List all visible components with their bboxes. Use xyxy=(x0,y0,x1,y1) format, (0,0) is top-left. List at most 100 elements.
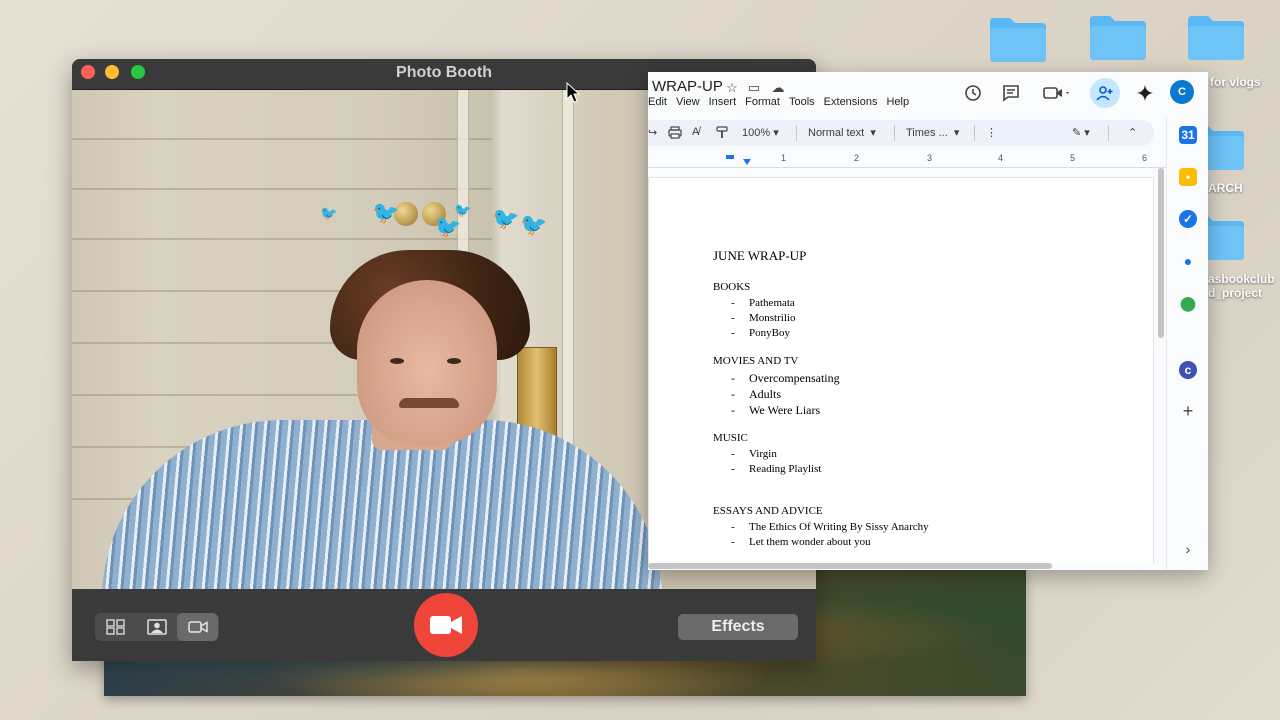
grid-icon xyxy=(105,619,125,635)
keep-icon[interactable]: • xyxy=(1179,168,1197,186)
zoom-select[interactable]: 100% ▾ xyxy=(742,126,779,139)
section-title: MOVIES AND TV xyxy=(713,355,799,367)
desktop-folder-icon[interactable] xyxy=(1088,12,1148,62)
doc-canvas: JUNE WRAP-UP BOOKS Pathemata Monstrilio … xyxy=(648,169,1166,564)
doc-toolbar: ↪ A̸ 100% ▾ Normal text ▾ Times ... ▾ ⋮ … xyxy=(648,120,1154,146)
video-camera-icon xyxy=(430,616,462,634)
desktop-folder-label[interactable]: for vlogs xyxy=(1210,75,1261,89)
menu-view[interactable]: View xyxy=(676,96,706,108)
list-item: Overcompensating xyxy=(713,370,929,386)
doc-title[interactable]: WRAP-UP xyxy=(652,78,723,95)
list-item: Let them wonder about you xyxy=(713,535,929,550)
section-title: ESSAYS AND ADVICE xyxy=(713,505,823,517)
section-title: MUSIC xyxy=(713,432,748,444)
portrait-icon xyxy=(146,619,167,635)
list-item: PonyBoy xyxy=(713,326,929,341)
chevron-right-icon[interactable]: › xyxy=(1179,540,1197,558)
effects-button[interactable]: Effects xyxy=(678,614,798,640)
menu-insert[interactable]: Insert xyxy=(709,96,743,108)
style-value: Normal text xyxy=(808,127,865,139)
bird-effect-icon: 🐦 xyxy=(520,212,548,237)
cloud-status-icon[interactable]: ☁ xyxy=(770,80,786,96)
desktop-folder-label[interactable]: ARCH xyxy=(1208,181,1243,195)
share-button[interactable] xyxy=(1090,78,1120,108)
toolbar-divider xyxy=(894,125,895,141)
list-item: Pathemata xyxy=(713,296,929,311)
avatar[interactable]: C xyxy=(1170,80,1194,104)
ruler-number: 2 xyxy=(854,153,860,163)
calendar-icon[interactable]: 31 xyxy=(1179,126,1197,144)
photo-booth-controls: Effects xyxy=(72,589,816,661)
section-title: BOOKS xyxy=(713,281,751,293)
redo-icon[interactable]: ↪ xyxy=(648,126,657,139)
video-mode-button[interactable] xyxy=(177,613,218,641)
side-panel: 31 • ✓ ● ⬤ c + › xyxy=(1166,116,1208,570)
view-mode-switcher xyxy=(95,613,219,641)
spellcheck-icon[interactable]: A̸ xyxy=(692,126,699,138)
desktop-folder-icon[interactable] xyxy=(988,14,1048,64)
list-item: Virgin xyxy=(713,447,929,462)
tasks-icon[interactable]: ✓ xyxy=(1179,210,1197,228)
menu-help[interactable]: Help xyxy=(886,96,915,108)
bird-effect-icon: 🐦 xyxy=(454,202,472,218)
list-item: Adults xyxy=(713,386,929,402)
desktop-folder-label[interactable]: asbookclub d_project xyxy=(1208,272,1275,300)
menu-format[interactable]: Format xyxy=(745,96,786,108)
contacts-icon[interactable]: ● xyxy=(1179,252,1197,270)
menu-extensions[interactable]: Extensions xyxy=(824,96,884,108)
editing-mode-icon[interactable]: ✎ ▾ xyxy=(1072,126,1090,139)
gemini-icon[interactable] xyxy=(1134,82,1156,104)
google-docs-window: WRAP-UP ☆ ▭ ☁ Edit View Insert Format To… xyxy=(648,72,1208,570)
comments-icon[interactable] xyxy=(1000,82,1022,104)
version-history-icon[interactable] xyxy=(962,82,984,104)
doc-header: WRAP-UP ☆ ▭ ☁ Edit View Insert Format To… xyxy=(648,72,1208,116)
doc-section: MOVIES AND TV Overcompensating Adults We… xyxy=(713,355,929,418)
font-value: Times ... xyxy=(906,127,948,139)
doc-body[interactable]: JUNE WRAP-UP BOOKS Pathemata Monstrilio … xyxy=(713,248,929,550)
doc-menubar: Edit View Insert Format Tools Extensions… xyxy=(648,96,918,108)
paint-format-icon[interactable] xyxy=(716,126,728,142)
ruler-number: 5 xyxy=(1070,153,1076,163)
zoom-value: 100% xyxy=(742,127,771,139)
ruler-number: 1 xyxy=(781,153,787,163)
ruler-number: 6 xyxy=(1142,153,1148,163)
list-item: The Ethics Of Writing By Sissy Anarchy xyxy=(713,520,929,535)
style-select[interactable]: Normal text ▾ xyxy=(808,126,876,139)
list-item: We Were Liars xyxy=(713,402,929,418)
more-options-icon[interactable]: ⋮ xyxy=(986,126,997,139)
ruler-indent-marker[interactable] xyxy=(726,155,734,159)
print-icon[interactable] xyxy=(668,126,682,142)
bird-effect-icon: 🐦 xyxy=(372,200,400,225)
vertical-scrollbar[interactable] xyxy=(1158,168,1164,338)
mouse-cursor-icon xyxy=(566,82,580,103)
horizontal-scrollbar[interactable] xyxy=(648,563,1052,569)
add-person-icon xyxy=(1096,86,1113,101)
video-icon xyxy=(187,621,208,633)
menu-tools[interactable]: Tools xyxy=(789,96,821,108)
wall-plank xyxy=(72,188,492,190)
person-eye xyxy=(390,358,404,364)
move-folder-icon[interactable]: ▭ xyxy=(746,80,762,96)
ruler-tab-marker[interactable] xyxy=(743,159,751,165)
star-icon[interactable]: ☆ xyxy=(724,80,740,96)
desktop-folder-icon[interactable] xyxy=(1186,12,1246,62)
add-icon[interactable]: + xyxy=(1179,401,1197,421)
person-eye xyxy=(447,358,461,364)
font-select[interactable]: Times ... ▾ xyxy=(906,126,959,139)
list-item: Monstrilio xyxy=(713,311,929,326)
record-button[interactable] xyxy=(414,593,478,657)
bird-effect-icon: 🐦 xyxy=(320,205,338,221)
doc-section: BOOKS Pathemata Monstrilio PonyBoy xyxy=(713,281,929,341)
menu-edit[interactable]: Edit xyxy=(648,96,673,108)
ruler-number: 4 xyxy=(998,153,1004,163)
meet-icon[interactable] xyxy=(1040,82,1074,104)
doc-page[interactable]: JUNE WRAP-UP BOOKS Pathemata Monstrilio … xyxy=(648,177,1154,564)
collapse-toolbar-icon[interactable]: ⌃ xyxy=(1128,126,1137,139)
photo-mode-button[interactable] xyxy=(136,613,177,641)
wall-plank xyxy=(72,238,492,240)
doc-section: ESSAYS AND ADVICE The Ethics Of Writing … xyxy=(713,505,929,550)
grid-view-button[interactable] xyxy=(95,613,136,641)
doc-heading: JUNE WRAP-UP xyxy=(713,248,807,263)
addon-icon[interactable]: c xyxy=(1179,361,1197,379)
maps-icon[interactable]: ⬤ xyxy=(1179,294,1197,312)
